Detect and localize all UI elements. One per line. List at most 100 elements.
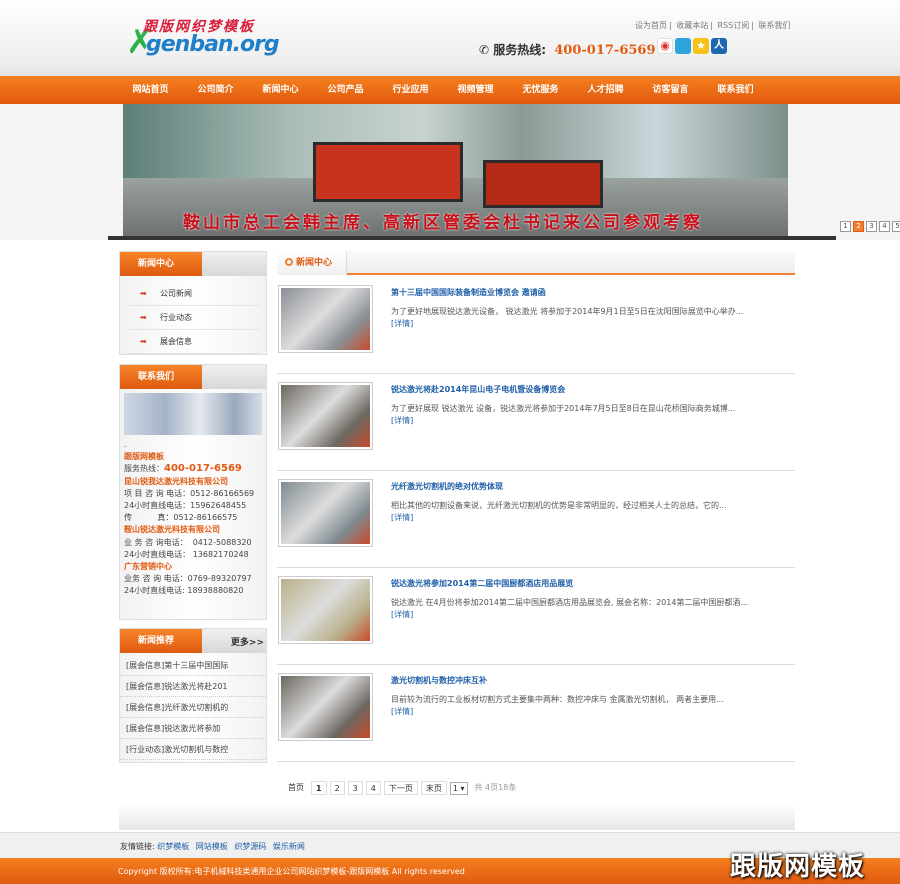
phone-icon: ✆ bbox=[479, 43, 490, 57]
news-title-link[interactable]: 第十三届中国国际装备制造业博览会 邀请函 bbox=[391, 287, 546, 298]
banner-slider: 鞍山市总工会韩主席、高新区管委会杜书记来公司参观考察 bbox=[0, 104, 900, 240]
recommended-news-box: 新闻推荐 更多>> [展会信息]第十三届中国国际 [展会信息]锐达激光将赴201… bbox=[119, 628, 267, 763]
news-detail-link[interactable]: [详情] bbox=[391, 318, 413, 329]
news-item: 激光切割机与数控冲床互补目前较为流行的工业板材切割方式主要集中两种：数控冲床与 … bbox=[277, 665, 795, 762]
contact-line: 24小时直线电话： 13682170248 bbox=[124, 549, 249, 559]
more-link[interactable]: 更多>> bbox=[231, 635, 264, 648]
box-header: 联系我们 bbox=[120, 365, 266, 389]
nav-contact[interactable]: 联系我们 bbox=[703, 76, 768, 104]
qzone-icon[interactable]: ★ bbox=[693, 38, 709, 54]
contact-link[interactable]: 联系我们 bbox=[758, 21, 790, 30]
renren-icon[interactable]: 人 bbox=[711, 38, 727, 54]
contact-box: 联系我们 . 跟版网模板 服务热线：400-017-6569 昆山锐我达激光科技… bbox=[119, 364, 267, 620]
category-industry[interactable]: 行业动态 bbox=[126, 306, 260, 330]
logo-en-text: genban.org bbox=[146, 32, 280, 57]
news-title-link[interactable]: 锐达激光将参加2014第二届中国厨都酒店用品展览 bbox=[391, 578, 573, 589]
set-home-link[interactable]: 设为首页 bbox=[635, 21, 667, 30]
copyright: Copyright 版权所有:电子机械科技类通用企业公司网站织梦模板-跟版网模板… bbox=[118, 867, 465, 876]
recommend-item[interactable]: [展会信息]锐达激光将赴201 bbox=[120, 676, 266, 697]
top-links: 设为首页 | 收藏本站 | RSS订阅 | 联系我们 bbox=[635, 21, 791, 30]
contact-line: 广东营销中心 bbox=[124, 562, 172, 572]
last-page-link[interactable]: 末页 bbox=[420, 781, 447, 795]
nav-guestbook[interactable]: 访客留言 bbox=[638, 76, 703, 104]
friend-link[interactable]: 织梦模板 bbox=[157, 842, 189, 851]
pagination: 首页 1 2 3 4 下一页 末页 1 ▾ 共 4页18条 bbox=[284, 781, 520, 795]
recommend-item[interactable]: [行业动态]激光切割机与数控 bbox=[120, 739, 266, 760]
news-detail-link[interactable]: [详情] bbox=[391, 415, 413, 426]
category-exhibition[interactable]: 展会信息 bbox=[126, 330, 260, 354]
weibo-icon[interactable]: ◉ bbox=[657, 38, 673, 54]
banner-image[interactable]: 鞍山市总工会韩主席、高新区管委会杜书记来公司参观考察 bbox=[123, 104, 788, 238]
news-item: 锐达激光将参加2014第二届中国厨都酒店用品展览 锐达激光 在4月份将参加2014… bbox=[277, 568, 795, 665]
nav-news[interactable]: 新闻中心 bbox=[248, 76, 313, 104]
recommend-item[interactable]: [展会信息]锐达激光将参加 bbox=[120, 718, 266, 739]
qq-weibo-icon[interactable] bbox=[675, 38, 691, 54]
box-header: 新闻推荐 更多>> bbox=[120, 629, 266, 653]
banner-page-4[interactable]: 4 bbox=[879, 221, 890, 232]
nav-jobs[interactable]: 人才招聘 bbox=[573, 76, 638, 104]
page-link-1[interactable]: 1 bbox=[311, 781, 327, 795]
page-link-3[interactable]: 3 bbox=[347, 781, 363, 795]
contact-line: 24小时直线电话: 18938880820 bbox=[124, 586, 244, 596]
friend-link[interactable]: 织梦源码 bbox=[234, 842, 266, 851]
hotline: ✆ 服务热线: 400-017-6569 bbox=[479, 41, 656, 58]
friend-link[interactable]: 网站模板 bbox=[196, 842, 228, 851]
news-item: 锐达激光将赴2014年昆山电子电机暨设备博览会 为了更好展现 锐达激光 设备，锐达… bbox=[277, 374, 795, 471]
news-detail-link[interactable]: [详情] bbox=[391, 512, 413, 523]
news-item: 光纤激光切割机的绝对优势体现 相比其他的切割设备来说，光纤激光切割机的优势是非常明… bbox=[277, 471, 795, 568]
news-thumbnail[interactable] bbox=[278, 479, 373, 547]
social-icons: ◉ ★ 人 bbox=[657, 38, 727, 54]
nav-home[interactable]: 网站首页 bbox=[118, 76, 183, 104]
page-link-2[interactable]: 2 bbox=[329, 781, 345, 795]
nav-service[interactable]: 无忧服务 bbox=[508, 76, 573, 104]
news-thumbnail[interactable] bbox=[278, 382, 373, 450]
nav-video[interactable]: 视频管理 bbox=[443, 76, 508, 104]
recommend-item[interactable]: [展会信息]光纤激光切割机的 bbox=[120, 697, 266, 718]
news-detail-link[interactable]: [详情] bbox=[391, 706, 413, 717]
box-title: 新闻中心 bbox=[120, 252, 202, 276]
news-thumbnail[interactable] bbox=[278, 673, 373, 741]
news-title-link[interactable]: 锐达激光将赴2014年昆山电子电机暨设备博览会 bbox=[391, 384, 565, 395]
page-total: 共 4页18条 bbox=[474, 783, 517, 792]
rss-link[interactable]: RSS订阅 bbox=[718, 21, 750, 30]
news-thumbnail[interactable] bbox=[278, 285, 373, 353]
nav-industry[interactable]: 行业应用 bbox=[378, 76, 443, 104]
banner-page-2[interactable]: 2 bbox=[853, 221, 864, 232]
friend-link[interactable]: 娱乐新闻 bbox=[273, 842, 305, 851]
page-link-4[interactable]: 4 bbox=[365, 781, 381, 795]
contact-line: 鞍山锐达激光科技有限公司 bbox=[124, 525, 220, 535]
site-logo[interactable]: ✗ 跟版网织梦模板 genban.org bbox=[126, 16, 286, 68]
next-page-link[interactable]: 下一页 bbox=[383, 781, 418, 795]
contact-hotline: 服务热线：400-017-6569 bbox=[124, 463, 242, 475]
nav-about[interactable]: 公司简介 bbox=[183, 76, 248, 104]
contact-line: 项 目 咨 询 电话：0512-86166569 bbox=[124, 488, 255, 498]
contact-lines: 昆山锐我达激光科技有限公司项 目 咨 询 电话：0512-86166569 24小… bbox=[124, 476, 262, 598]
banner-pager: 1 2 3 4 5 bbox=[840, 221, 900, 232]
news-title-link[interactable]: 激光切割机与数控冲床互补 bbox=[391, 675, 487, 686]
news-summary: 目前较为流行的工业板材切割方式主要集中两种：数控冲床与 金属激光切割机， 两者主… bbox=[391, 695, 724, 704]
recommend-item[interactable]: [展会信息]第十三届中国国际 bbox=[120, 655, 266, 676]
banner-page-5[interactable]: 5 bbox=[892, 221, 900, 232]
news-detail-link[interactable]: [详情] bbox=[391, 609, 413, 620]
contact-dot: . bbox=[124, 440, 127, 449]
contact-brand: 跟版网模板 bbox=[124, 452, 164, 462]
watermark: 跟版网模板 bbox=[730, 852, 866, 882]
news-item: 第十三届中国国际装备制造业博览会 邀请函 为了更好地展现锐达激光设备， 锐达激光 … bbox=[277, 277, 795, 374]
news-category-box: 新闻中心 公司新闻 行业动态 展会信息 bbox=[119, 251, 267, 355]
box-title: 联系我们 bbox=[120, 365, 202, 389]
news-title-link[interactable]: 光纤激光切割机的绝对优势体现 bbox=[391, 481, 503, 492]
hotline-label: 服务热线: bbox=[493, 43, 547, 57]
first-page-link[interactable]: 首页 bbox=[284, 781, 308, 795]
bookmark-link[interactable]: 收藏本站 bbox=[676, 21, 708, 30]
category-company-news[interactable]: 公司新闻 bbox=[126, 282, 260, 306]
nav-products[interactable]: 公司产品 bbox=[313, 76, 378, 104]
banner-page-3[interactable]: 3 bbox=[866, 221, 877, 232]
banner-page-1[interactable]: 1 bbox=[840, 221, 851, 232]
page-select[interactable]: 1 ▾ bbox=[449, 781, 468, 795]
banner-machine bbox=[313, 142, 463, 202]
banner-caption: 鞍山市总工会韩主席、高新区管委会杜书记来公司参观考察 bbox=[183, 213, 703, 233]
hotline-number: 400-017-6569 bbox=[554, 43, 656, 58]
circle-icon bbox=[285, 258, 293, 266]
contact-line: 业务 咨 询 电话：0769-89320797 bbox=[124, 574, 252, 584]
news-thumbnail[interactable] bbox=[278, 576, 373, 644]
